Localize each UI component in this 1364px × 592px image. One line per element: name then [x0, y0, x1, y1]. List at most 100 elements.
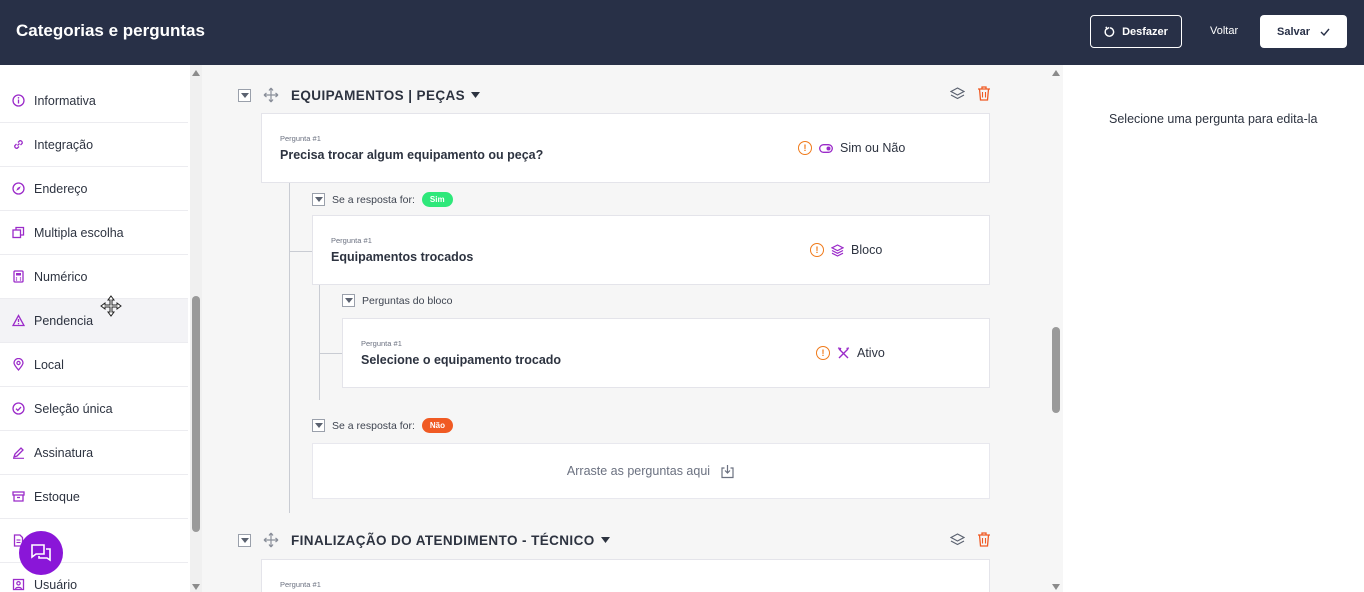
sidebar-item-endereco[interactable]: Endereço	[0, 167, 188, 211]
sidebar-item-numerico[interactable]: Numérico	[0, 255, 188, 299]
answer-no-badge: Não	[421, 418, 454, 433]
edit-panel: Selecione uma pergunta para edita-la	[1063, 65, 1364, 592]
question-type-label: Ativo	[857, 346, 885, 360]
compass-icon	[12, 182, 25, 195]
content-scrollbar-thumb[interactable]	[1052, 327, 1060, 413]
calculator-icon	[12, 270, 25, 283]
sidebar-item-label: Numérico	[34, 269, 88, 284]
block-label: Perguntas do bloco	[362, 294, 453, 307]
chat-button[interactable]	[19, 531, 63, 575]
drop-zone-text: Arraste as perguntas aqui	[566, 464, 711, 478]
condition-label: Se a resposta for:	[332, 193, 415, 206]
question-number: Pergunta #1	[331, 236, 372, 245]
condition-label: Se a resposta for:	[332, 419, 415, 432]
warning-icon: !	[798, 141, 812, 155]
question-type-label: Sim ou Não	[840, 141, 906, 155]
check-icon	[1320, 28, 1330, 36]
question-type-label: Bloco	[851, 243, 883, 257]
link-icon	[12, 138, 25, 151]
undo-icon	[1104, 25, 1115, 37]
scroll-down-arrow-icon[interactable]	[1052, 584, 1060, 590]
section-title: FINALIZAÇÃO DO ATENDIMENTO - TÉCNICO	[291, 532, 595, 548]
sidebar-item-label: Integração	[34, 137, 94, 152]
question-types-sidebar: Informativa Integração Endereço Multipla…	[0, 65, 190, 592]
info-icon	[12, 94, 25, 107]
undo-label: Desfazer	[1122, 25, 1168, 38]
collapse-toggle[interactable]	[238, 533, 251, 547]
scroll-down-arrow-icon[interactable]	[192, 584, 200, 590]
question-type: ! Bloco	[810, 243, 882, 257]
question-card[interactable]: Pergunta #1 Selecione o equipamento troc…	[342, 318, 990, 388]
drag-move-icon[interactable]	[263, 87, 279, 103]
question-type: ! Ativo	[816, 346, 885, 360]
collapse-toggle[interactable]	[342, 294, 355, 307]
section-title: EQUIPAMENTOS | PEÇAS	[291, 87, 466, 103]
sidebar-item-integracao[interactable]: Integração	[0, 123, 188, 167]
delete-trash-icon[interactable]	[977, 86, 991, 101]
section-header[interactable]: EQUIPAMENTOS | PEÇAS	[238, 85, 481, 105]
empty-state-message: Selecione uma pergunta para edita-la	[1109, 112, 1318, 126]
section-header[interactable]: FINALIZAÇÃO DO ATENDIMENTO - TÉCNICO	[238, 530, 610, 550]
caret-down-icon[interactable]	[471, 92, 481, 98]
question-number: Pergunta #1	[361, 339, 402, 348]
tree-line	[289, 251, 312, 252]
layers-icon	[831, 243, 844, 257]
collapse-toggle[interactable]	[312, 193, 325, 206]
sidebar-item-label: Multipla escolha	[34, 225, 124, 240]
drag-move-icon[interactable]	[263, 532, 279, 548]
question-card[interactable]: Pergunta #1	[261, 559, 990, 592]
question-card[interactable]: Pergunta #1 Precisa trocar algum equipam…	[261, 113, 990, 183]
archive-icon	[12, 490, 25, 503]
condition-yes-row: Se a resposta for: Sim	[312, 192, 453, 207]
page-title: Categorias e perguntas	[16, 21, 205, 40]
block-questions-row: Perguntas do bloco	[342, 294, 452, 307]
question-text: Equipamentos trocados	[331, 250, 474, 264]
collapse-toggle[interactable]	[312, 419, 325, 432]
answer-yes-badge: Sim	[421, 192, 453, 207]
top-bar: Categorias e perguntas Desfazer Voltar S…	[0, 0, 1364, 65]
sidebar-item-label: Local	[34, 357, 64, 372]
save-button[interactable]: Salvar	[1260, 15, 1347, 48]
sidebar-item-label: Informativa	[34, 93, 96, 108]
drop-zone[interactable]: Arraste as perguntas aqui	[312, 443, 990, 499]
back-button[interactable]: Voltar	[1210, 25, 1238, 37]
sidebar-item-label: Assinatura	[34, 445, 94, 460]
check-circle-icon	[12, 402, 25, 415]
condition-no-row: Se a resposta for: Não	[312, 418, 454, 433]
save-label: Salvar	[1276, 25, 1311, 38]
layers-icon[interactable]	[950, 87, 965, 101]
pen-icon	[12, 446, 25, 459]
question-card[interactable]: Pergunta #1 Equipamentos trocados ! Bloc…	[312, 215, 990, 285]
user-icon	[12, 578, 25, 591]
sidebar-item-multipla-escolha[interactable]: Multipla escolha	[0, 211, 188, 255]
chat-icon	[31, 544, 51, 562]
copy-icon	[12, 226, 25, 239]
sidebar-item-assinatura[interactable]: Assinatura	[0, 431, 188, 475]
delete-trash-icon[interactable]	[977, 532, 991, 547]
toggle-icon	[819, 143, 833, 153]
move-cursor-icon	[100, 295, 122, 322]
download-tray-icon	[721, 464, 734, 478]
question-number: Pergunta #1	[280, 580, 321, 589]
question-text: Selecione o equipamento trocado	[361, 353, 562, 367]
sidebar-item-local[interactable]: Local	[0, 343, 188, 387]
tree-line	[319, 285, 320, 400]
tree-line	[319, 353, 342, 354]
question-type: ! Sim ou Não	[798, 141, 905, 155]
sidebar-item-selecao-unica[interactable]: Seleção única	[0, 387, 188, 431]
sidebar-item-estoque[interactable]: Estoque	[0, 475, 188, 519]
question-number: Pergunta #1	[280, 134, 321, 143]
collapse-toggle[interactable]	[238, 88, 251, 102]
sidebar-item-label: Estoque	[34, 489, 80, 504]
caret-down-icon[interactable]	[600, 537, 610, 543]
sidebar-scrollbar-thumb[interactable]	[192, 296, 200, 532]
sidebar-item-label: Endereço	[34, 181, 88, 196]
scroll-up-arrow-icon[interactable]	[192, 70, 200, 76]
layers-icon[interactable]	[950, 533, 965, 547]
tools-icon	[837, 346, 850, 358]
undo-button[interactable]: Desfazer	[1090, 15, 1182, 48]
scroll-up-arrow-icon[interactable]	[1052, 70, 1060, 76]
map-pin-icon	[12, 358, 25, 371]
sidebar-item-informativa[interactable]: Informativa	[0, 79, 188, 123]
sidebar-item-pendencia[interactable]: Pendencia	[0, 299, 188, 343]
